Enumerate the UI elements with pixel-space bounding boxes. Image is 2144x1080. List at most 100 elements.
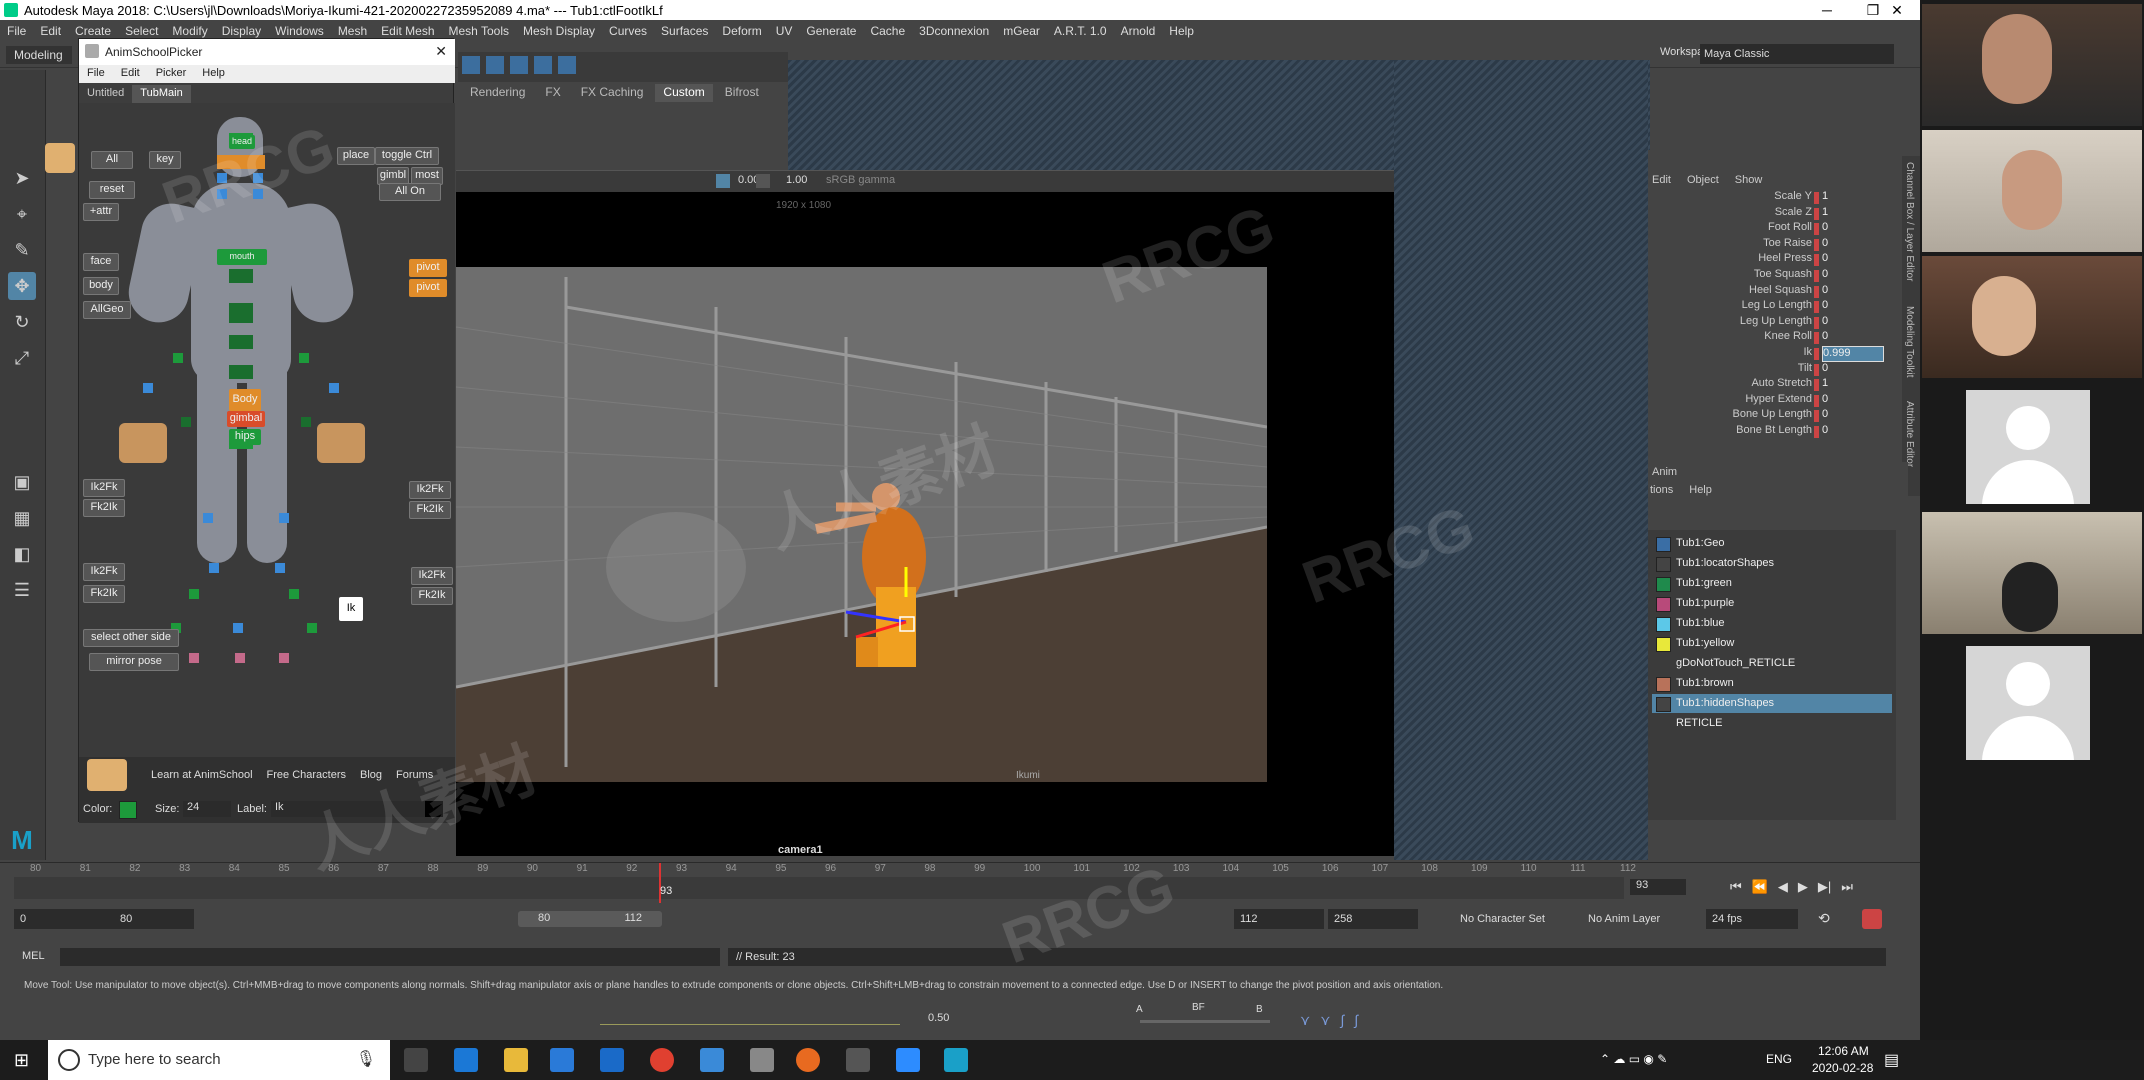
minimize-button[interactable]: ─ [1804,0,1850,20]
channel-value[interactable]: 0.999 [1822,346,1884,362]
channel-row[interactable]: Leg Up Length 0 [1648,315,1908,331]
face-button[interactable]: face [83,253,119,271]
windows-start-icon[interactable]: ⊞ [14,1050,29,1071]
ctrl-chest[interactable] [229,303,253,323]
channel-value[interactable]: 1 [1822,206,1882,220]
label-color-swatch[interactable] [425,801,443,817]
rotate-tool-icon[interactable]: ↻ [8,308,36,336]
menu-set-selector[interactable]: Modeling [6,46,72,64]
menu-item[interactable]: Edit Mesh [374,24,441,38]
menu-item[interactable]: Create [68,24,118,38]
ctrl-face[interactable] [217,173,227,183]
menu-item[interactable]: Deform [715,24,768,38]
ctrl-elbow-l[interactable] [181,417,191,427]
side-tab[interactable]: Attribute Editor [1904,401,1915,467]
menu-item[interactable]: Surfaces [654,24,715,38]
picker-footer-link[interactable]: Free Characters [267,769,346,781]
ctrl-clavicle-r[interactable] [299,353,309,363]
lasso-tool-icon[interactable]: ⌖ [8,200,36,228]
time-slider[interactable]: 93 93 ⏮ ⏪ ◀ ▶ ▶| ⏭ 80 81 82 83 84 85 86 87 88 89 9… [0,862,1920,903]
channel-value[interactable]: 0 [1822,424,1882,438]
channel-value[interactable]: 0 [1822,221,1882,235]
ik2fk-right-leg-button[interactable]: Ik2Fk [411,567,453,585]
channel-row[interactable]: Hyper Extend 0 [1648,393,1908,409]
fk2ik-right-leg-button[interactable]: Fk2Ik [411,587,453,605]
picker-tab[interactable]: TubMain [132,85,191,103]
shelf-tab[interactable]: Custom [655,84,713,102]
pivot-button[interactable]: pivot [409,259,447,277]
channel-row[interactable]: Foot Roll 0 [1648,221,1908,237]
select-tool-icon[interactable]: ➤ [8,164,36,192]
layer-color-swatch[interactable] [1656,537,1671,552]
ctrl-arm-fk-r[interactable] [329,383,339,393]
channel-value[interactable]: 0 [1822,362,1882,376]
outliner-icon[interactable]: ☰ [8,576,36,604]
layer-row[interactable]: Tub1:hiddenShapes [1652,694,1892,713]
picker-menu-item[interactable]: File [79,65,113,83]
place-button[interactable]: place [337,147,375,165]
ctrl-foot-l[interactable] [189,589,199,599]
picker-menu-item[interactable]: Edit [113,65,148,83]
app-icon[interactable] [846,1048,870,1072]
character-set-dropdown[interactable]: No Character Set [1454,909,1578,929]
play-icon[interactable]: ▶ [1798,879,1808,895]
mail-icon[interactable] [600,1048,624,1072]
ctrl-knee-r[interactable] [279,513,289,523]
colorspace-dropdown[interactable]: sRGB gamma [826,174,976,190]
ctrl-neck[interactable] [229,269,253,283]
file-explorer-icon[interactable] [504,1048,528,1072]
step-back-icon[interactable]: ◀ [1778,879,1788,895]
clock-time[interactable]: 12:06 AM [1818,1044,1869,1058]
channel-row[interactable]: Toe Squash 0 [1648,268,1908,284]
fk2ik-right-arm-button[interactable]: Fk2Ik [409,501,451,519]
firefox-icon[interactable] [796,1048,820,1072]
channel-value[interactable]: 0 [1822,393,1882,407]
shelf-tab[interactable]: FX Caching [573,84,652,102]
label-field[interactable]: Ik [271,801,425,817]
maya-taskbar-icon[interactable] [944,1048,968,1072]
menu-item[interactable]: Mesh [331,24,374,38]
ctrl-knee-l[interactable] [203,513,213,523]
menu-item[interactable]: Arnold [1114,24,1163,38]
size-field[interactable]: 24 [183,801,231,817]
reset-button[interactable]: reset [89,181,135,199]
picker-menu-item[interactable]: Picker [148,65,195,83]
layer-row[interactable]: Tub1:yellow [1652,634,1892,653]
menu-item[interactable]: Windows [268,24,331,38]
step-forward-icon[interactable]: ▶| [1818,879,1831,895]
ctrl-leg-l[interactable] [209,563,219,573]
fk2ik-left-leg-button[interactable]: Fk2Ik [83,585,125,603]
channel-row[interactable]: Heel Squash 0 [1648,284,1908,300]
hips-control[interactable]: hips [229,429,261,445]
taskbar-search[interactable]: Type here to search 🎙 [48,1040,390,1080]
picker-footer-link[interactable]: Blog [360,769,382,781]
mouth-control[interactable]: mouth [217,249,267,265]
tween-icon[interactable]: ⋎ [1320,1012,1330,1029]
playback-end-field[interactable]: 112 [1234,909,1324,929]
menu-item[interactable]: 3Dconnexion [912,24,996,38]
chrome-icon[interactable] [650,1048,674,1072]
menu-item[interactable]: Curves [602,24,654,38]
select-other-side-button[interactable]: select other side [83,629,179,647]
range-bar[interactable]: 80 112 [518,911,662,927]
side-tab[interactable]: Modeling Toolkit [1904,306,1915,378]
channel-row[interactable]: Scale Y 1 [1648,190,1908,206]
auto-key-icon[interactable] [1862,909,1882,929]
channel-value[interactable]: 0 [1822,268,1882,282]
layer-tab-anim[interactable]: Anim [1652,466,1677,478]
channel-value[interactable]: 0 [1822,284,1882,298]
pivot-button[interactable]: pivot [409,279,447,297]
channel-row[interactable]: Bone Up Length 0 [1648,408,1908,424]
menu-item[interactable]: Mesh Display [516,24,602,38]
menu-item[interactable]: Generate [799,24,863,38]
time-slider-track[interactable] [14,877,1624,899]
layer-row[interactable]: Tub1:locatorShapes [1652,554,1892,573]
shelf-icon[interactable] [510,56,528,74]
channel-value[interactable]: 0 [1822,299,1882,313]
channel-value[interactable]: 1 [1822,190,1882,204]
gimbal-control[interactable]: gimbal [227,411,265,427]
ik-selected-button[interactable]: Ik [339,597,363,621]
paint-select-icon[interactable]: ✎ [8,236,36,264]
ctrl-toe-r[interactable] [307,623,317,633]
layer-color-swatch[interactable] [1656,617,1671,632]
